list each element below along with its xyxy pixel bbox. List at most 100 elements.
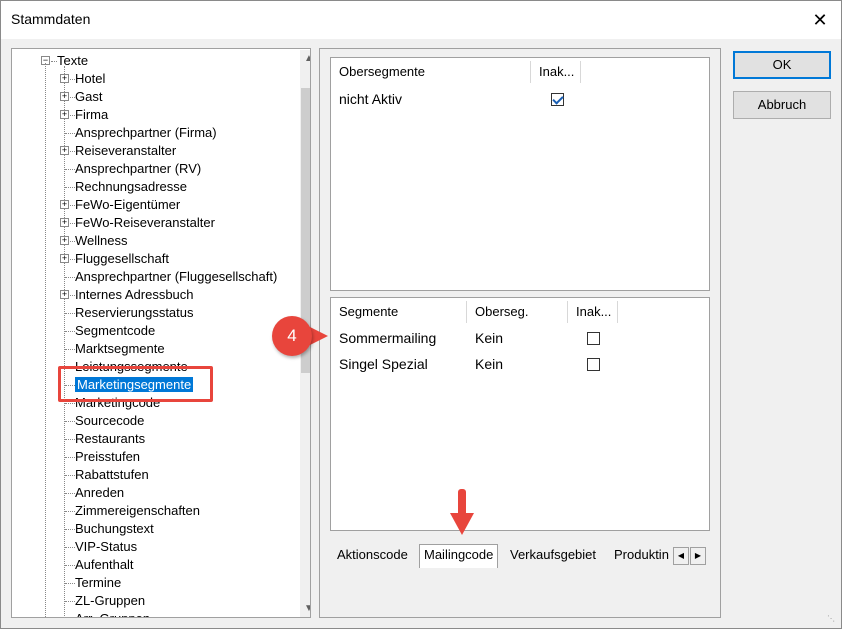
- close-icon[interactable]: ✕: [807, 7, 833, 33]
- resize-grip-icon[interactable]: ⋱: [827, 614, 835, 623]
- category-tree[interactable]: − Texte + Hotel + Gast + Firma Ansprechpartner (…: [11, 48, 311, 618]
- obersegmente-grid[interactable]: Obersegmente Inak... nicht Aktiv: [330, 57, 710, 291]
- tree-connector: [65, 475, 75, 476]
- tree-item-label: Sourcecode: [75, 413, 145, 428]
- segment-inaktiv-checkbox[interactable]: [587, 332, 600, 345]
- tree-item[interactable]: Hotel: [75, 70, 105, 88]
- expand-icon[interactable]: +: [60, 200, 69, 209]
- expand-icon[interactable]: +: [60, 74, 69, 83]
- tree-item-label: Hotel: [75, 71, 106, 86]
- tree-item-label: Firma: [75, 107, 109, 122]
- tree-connector: [65, 187, 75, 188]
- tree-item[interactable]: Segmentcode: [75, 322, 155, 340]
- tree-item[interactable]: Fluggesellschaft: [75, 250, 169, 268]
- obersegment-inaktiv-checkbox[interactable]: [551, 93, 564, 106]
- tree-item-label: Reservierungsstatus: [75, 305, 194, 320]
- tab-produktinfo[interactable]: Produktin: [610, 545, 672, 567]
- tab-verkaufsgebiet[interactable]: Verkaufsgebiet: [506, 545, 600, 567]
- tree-item[interactable]: Firma: [75, 106, 108, 124]
- expand-icon[interactable]: +: [60, 218, 69, 227]
- tree-trunk: [45, 63, 46, 617]
- tree-item-label: Segmentcode: [75, 323, 156, 338]
- tree-item[interactable]: ZL-Gruppen: [75, 592, 145, 610]
- scroll-up-icon[interactable]: ▲: [300, 50, 310, 68]
- tree-item[interactable]: Ansprechpartner (RV): [75, 160, 201, 178]
- tree-item[interactable]: Aufenthalt: [75, 556, 134, 574]
- tree-item[interactable]: FeWo-Eigentümer: [75, 196, 180, 214]
- tree-item[interactable]: Restaurants: [75, 430, 145, 448]
- tree-item-label: Internes Adressbuch: [75, 287, 194, 302]
- expand-icon[interactable]: +: [60, 290, 69, 299]
- ok-button[interactable]: OK: [733, 51, 831, 79]
- tree-item-label: Termine: [75, 575, 122, 590]
- col-header-inaktiv[interactable]: Inak...: [531, 61, 581, 83]
- tab-aktionscode[interactable]: Aktionscode: [333, 545, 412, 567]
- tree-item[interactable]: FeWo-Reiseveranstalter: [75, 214, 215, 232]
- tree-item[interactable]: Reiseveranstalter: [75, 142, 176, 160]
- col-header-segmente[interactable]: Segmente: [331, 301, 467, 323]
- title-bar: Stammdaten ✕: [1, 1, 841, 39]
- tree-item[interactable]: VIP-Status: [75, 538, 137, 556]
- tree-item[interactable]: Sourcecode: [75, 412, 144, 430]
- tree-item-label: FeWo-Reiseveranstalter: [75, 215, 215, 230]
- tree-connector: [65, 547, 75, 548]
- expand-icon[interactable]: +: [60, 92, 69, 101]
- segment-name[interactable]: Sommermailing: [339, 327, 436, 349]
- arrow-head-icon: [450, 513, 474, 535]
- step-badge: 4: [272, 316, 312, 356]
- tree-item[interactable]: Rechnungsadresse: [75, 178, 187, 196]
- tree-item-label: Fluggesellschaft: [75, 251, 169, 266]
- expand-icon[interactable]: +: [60, 236, 69, 245]
- cancel-button[interactable]: Abbruch: [733, 91, 831, 119]
- tree-connector: [65, 439, 75, 440]
- tree-connector: [65, 583, 75, 584]
- expand-icon[interactable]: +: [60, 110, 69, 119]
- tree-item[interactable]: Internes Adressbuch: [75, 286, 194, 304]
- tree-item-label: Rabattstufen: [75, 467, 149, 482]
- tree-item[interactable]: Ansprechpartner (Firma): [75, 124, 217, 142]
- col-header-oberseg[interactable]: Oberseg.: [467, 301, 568, 323]
- tree-connector: [65, 349, 75, 350]
- segmente-grid[interactable]: Segmente Oberseg. Inak... Sommermailing …: [330, 297, 710, 531]
- segment-inaktiv-checkbox[interactable]: [587, 358, 600, 371]
- col-header-inaktiv[interactable]: Inak...: [568, 301, 618, 323]
- segment-oberseg[interactable]: Kein: [475, 327, 503, 349]
- tree-item[interactable]: Preisstufen: [75, 448, 140, 466]
- tree-item-label: Ansprechpartner (RV): [75, 161, 202, 176]
- tree-connector: [65, 457, 75, 458]
- scroll-down-icon[interactable]: ▼: [300, 600, 310, 617]
- tree-connector: [65, 169, 75, 170]
- tree-connector: [65, 313, 75, 314]
- tree-item-label: ZL-Gruppen: [75, 593, 146, 608]
- tree-item-label: Gast: [75, 89, 103, 104]
- tree-connector: [65, 601, 75, 602]
- col-header-obersegmente[interactable]: Obersegmente: [331, 61, 531, 83]
- tree-item-label: FeWo-Eigentümer: [75, 197, 181, 212]
- tree-item-label: Anreden: [75, 485, 125, 500]
- tree-item[interactable]: Reservierungsstatus: [75, 304, 194, 322]
- tree-root-texte[interactable]: Texte: [57, 52, 88, 70]
- obersegment-name[interactable]: nicht Aktiv: [339, 88, 402, 110]
- tree-item[interactable]: Wellness: [75, 232, 128, 250]
- tab-next-icon[interactable]: ▶: [690, 547, 706, 565]
- tree-item[interactable]: Buchungstext: [75, 520, 154, 538]
- tree-item-label: Rechnungsadresse: [75, 179, 188, 194]
- tree-connector: [65, 277, 75, 278]
- highlight-box: [58, 366, 213, 402]
- tab-prev-icon[interactable]: ◀: [673, 547, 689, 565]
- tree-item-label: Reiseveranstalter: [75, 143, 177, 158]
- tree-item-label: Ansprechpartner (Firma): [75, 125, 217, 140]
- tree-item[interactable]: Zimmereigenschaften: [75, 502, 200, 520]
- tree-item[interactable]: Rabattstufen: [75, 466, 149, 484]
- tab-mailingcode[interactable]: Mailingcode: [419, 544, 499, 568]
- tree-item[interactable]: Arr.-Gruppen: [75, 610, 150, 617]
- tree-item[interactable]: Termine: [75, 574, 121, 592]
- expand-icon[interactable]: +: [60, 254, 69, 263]
- segment-oberseg[interactable]: Kein: [475, 353, 503, 375]
- tree-item[interactable]: Gast: [75, 88, 102, 106]
- tree-item[interactable]: Anreden: [75, 484, 124, 502]
- expand-icon[interactable]: +: [60, 146, 69, 155]
- segment-name[interactable]: Singel Spezial: [339, 353, 428, 375]
- tree-item[interactable]: Ansprechpartner (Fluggesellschaft): [75, 268, 277, 286]
- tree-item[interactable]: Marktsegmente: [75, 340, 165, 358]
